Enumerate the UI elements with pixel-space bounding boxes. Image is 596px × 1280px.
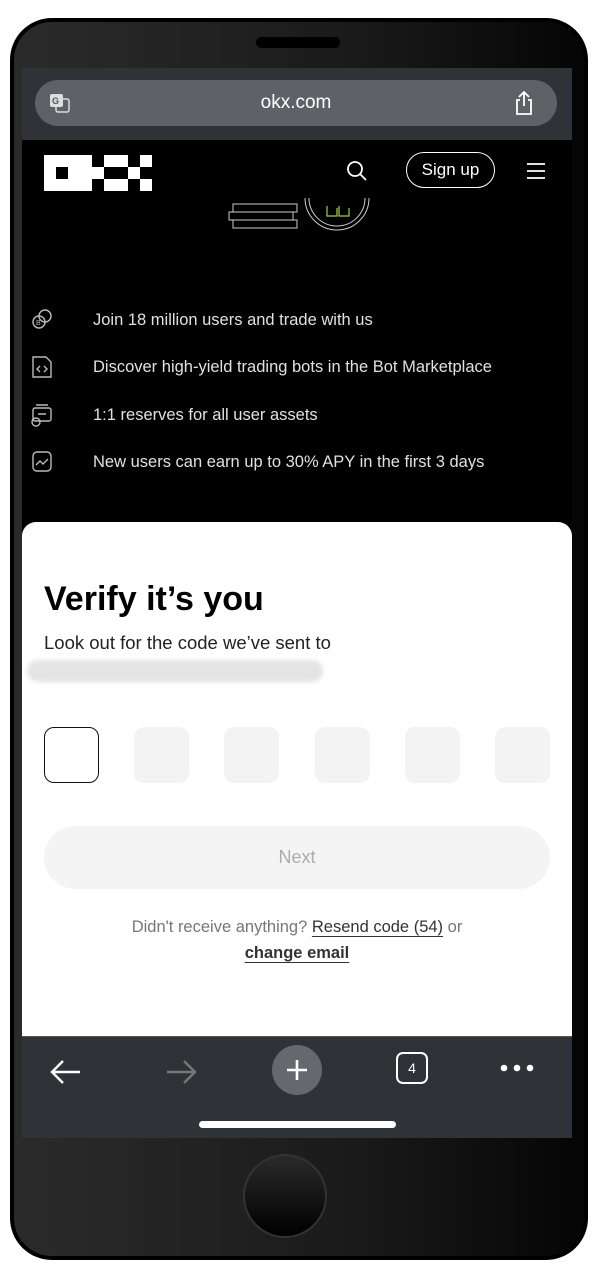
feature-item: Discover high-yield trading bots in the … xyxy=(22,352,572,382)
otp-digit-input[interactable] xyxy=(44,727,99,783)
address-bar[interactable]: okx.com G xyxy=(35,80,557,126)
otp-digit-input[interactable] xyxy=(495,727,550,783)
menu-icon[interactable] xyxy=(526,162,546,180)
feature-text: Join 18 million users and trade with us xyxy=(93,311,373,329)
redacted-email xyxy=(27,660,323,682)
screen: okx.com G Sign up B Join 18 million user… xyxy=(22,68,572,1138)
feature-text: 1:1 reserves for all user assets xyxy=(93,406,318,424)
code-file-icon xyxy=(32,356,52,378)
back-icon[interactable] xyxy=(48,1057,82,1087)
feature-item: New users can earn up to 30% APY in the … xyxy=(22,447,572,477)
or-text: or xyxy=(447,918,463,936)
chart-star-icon xyxy=(32,451,52,472)
feature-text: Discover high-yield trading bots in the … xyxy=(93,358,492,376)
plus-icon xyxy=(287,1060,307,1080)
otp-digit-input[interactable] xyxy=(315,727,370,783)
translate-icon[interactable]: G xyxy=(49,92,71,114)
resend-code-link[interactable]: Resend code (54) xyxy=(312,918,443,936)
sign-up-button[interactable]: Sign up xyxy=(406,152,495,188)
feature-text: New users can earn up to 30% APY in the … xyxy=(93,453,485,471)
tabs-button[interactable]: 4 xyxy=(396,1052,428,1084)
modal-subtitle: Look out for the code we’ve sent to xyxy=(44,632,331,653)
browser-address-area: okx.com G xyxy=(22,68,572,140)
otp-digit-input[interactable] xyxy=(224,727,279,783)
feature-item: 1:1 reserves for all user assets xyxy=(22,400,572,430)
wallet-check-icon xyxy=(31,404,52,427)
phone-speaker xyxy=(256,37,340,48)
home-indicator[interactable] xyxy=(199,1121,396,1128)
url-text: okx.com xyxy=(260,92,332,113)
modal-title: Verify it’s you xyxy=(44,580,264,618)
coins-illustration xyxy=(228,198,370,231)
more-icon[interactable] xyxy=(500,1062,534,1074)
otp-digit-input[interactable] xyxy=(405,727,460,783)
otp-digit-input[interactable] xyxy=(134,727,189,783)
resend-text: Didn't receive anything? Resend code (54… xyxy=(22,914,572,966)
verify-modal: Verify it’s you Look out for the code we… xyxy=(22,522,572,1036)
crypto-exchange-icon: B xyxy=(32,309,52,329)
forward-icon[interactable] xyxy=(165,1057,199,1087)
svg-text:G: G xyxy=(52,96,59,106)
resend-prefix: Didn't receive anything? xyxy=(131,918,308,936)
change-email-link[interactable]: change email xyxy=(245,944,350,962)
search-icon[interactable] xyxy=(346,160,368,182)
browser-toolbar: 4 xyxy=(22,1036,572,1138)
feature-item: B Join 18 million users and trade with u… xyxy=(22,305,572,335)
share-icon[interactable] xyxy=(512,90,536,116)
home-button[interactable] xyxy=(243,1154,327,1238)
next-button[interactable]: Next xyxy=(44,826,550,889)
okx-logo[interactable] xyxy=(44,155,152,191)
svg-text:B: B xyxy=(36,320,41,327)
new-tab-button[interactable] xyxy=(272,1045,322,1095)
